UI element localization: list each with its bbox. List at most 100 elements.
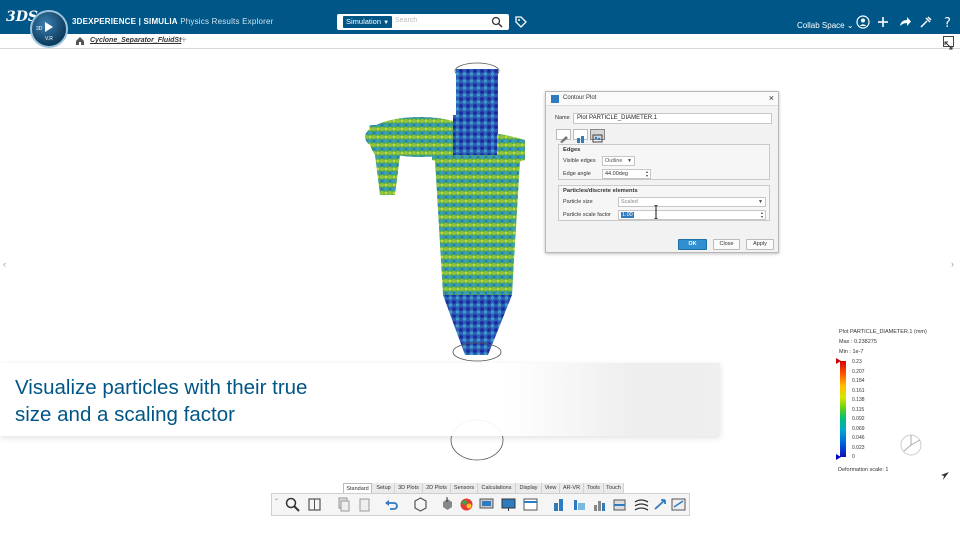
zoom-icon[interactable]: [285, 497, 300, 512]
collab-space-label: Collab Space: [797, 21, 845, 30]
add-tab-icon[interactable]: +: [181, 35, 187, 46]
edge-angle-field[interactable]: 44.00deg ▲ ▼: [602, 169, 651, 179]
undo-icon[interactable]: [384, 497, 399, 512]
legend-title: Plot PARTICLE_DIAMETER.1 (mm): [839, 329, 927, 335]
search-scope-dropdown[interactable]: Simulation ▼: [343, 16, 393, 28]
bar-chart-icon[interactable]: [552, 497, 567, 512]
tab-2d-plots[interactable]: 2D Plots: [423, 483, 451, 493]
legend-tick: 0.023: [852, 444, 865, 451]
right-panel-arrow-icon[interactable]: ›: [951, 259, 954, 269]
visible-edges-select[interactable]: Outline ▼: [602, 156, 635, 166]
particle-trace-icon[interactable]: [671, 497, 686, 512]
caption-line-1: Visualize particles with their true: [15, 376, 308, 399]
book-icon[interactable]: [307, 497, 322, 512]
contour-plot-dialog: Contour Plot × Name Plot PARTICLE_DIAMET…: [545, 91, 779, 253]
apply-button[interactable]: Apply: [746, 239, 774, 250]
ok-button[interactable]: OK: [678, 239, 707, 250]
particles-title: Particles/discrete elements: [563, 188, 638, 194]
legend-min: Min : 1e-7: [839, 349, 864, 355]
home-icon[interactable]: [75, 36, 85, 46]
tab-document[interactable]: Cyclone_Separator_FluidSt: [90, 37, 181, 44]
spinner-arrows-icon[interactable]: ▲ ▼: [759, 211, 765, 219]
tab-tools[interactable]: Tools: [584, 483, 604, 493]
cube-icon[interactable]: [413, 497, 428, 512]
fullscreen-icon[interactable]: [943, 36, 954, 50]
legend-tick: 0.069: [852, 425, 865, 432]
display-monitor-icon[interactable]: [501, 497, 516, 512]
play-icon: [45, 22, 53, 32]
streamline-icon[interactable]: [634, 497, 649, 512]
particle-scale-label: Particle scale factor: [563, 212, 611, 218]
paste-icon[interactable]: [357, 497, 372, 512]
particle-scale-field[interactable]: 1.00 ▲ ▼: [618, 210, 766, 220]
visible-edges-value: Outline: [605, 158, 623, 164]
axis-triad-icon[interactable]: [898, 432, 924, 458]
tab-standard[interactable]: Standard: [343, 483, 372, 493]
view-orient-icon[interactable]: [440, 497, 455, 512]
particles-icon: [592, 134, 603, 143]
table-icon[interactable]: [523, 497, 538, 512]
legend-tick: 0.207: [852, 368, 865, 375]
edit-tab-button[interactable]: [556, 129, 571, 143]
dialog-titlebar: Contour Plot ×: [546, 92, 778, 106]
search-scope-label: Simulation: [346, 17, 382, 26]
name-field[interactable]: Plot PARTICLE_DIAMETER.1: [573, 113, 772, 124]
left-panel-arrow-icon[interactable]: ‹: [3, 259, 6, 269]
tag-icon[interactable]: [514, 15, 528, 29]
section-icon[interactable]: [612, 497, 627, 512]
min-marker-icon: [836, 454, 841, 460]
tab-touch[interactable]: Touch: [604, 483, 624, 493]
help-icon[interactable]: ?: [941, 15, 955, 29]
particle-size-select[interactable]: Scaled ▼: [618, 197, 766, 207]
tab-3d-plots[interactable]: 3D Plots: [395, 483, 423, 493]
name-label: Name: [555, 115, 570, 121]
particle-size-value: Scaled: [621, 199, 638, 205]
tools-icon[interactable]: [919, 15, 933, 29]
app-title-thin: Physics Results Explorer: [180, 17, 274, 26]
collapse-toolbar-icon[interactable]: ⌄: [274, 495, 279, 502]
app-title-strong: 3DEXPERIENCE | SIMULIA: [72, 17, 178, 26]
legend-tick: 0.046: [852, 435, 865, 441]
dialog-title: Contour Plot: [563, 95, 597, 101]
search-bar[interactable]: Simulation ▼ Search: [337, 14, 509, 30]
tab-display[interactable]: Display: [516, 483, 542, 493]
tab-setup[interactable]: Setup: [373, 483, 395, 493]
histogram-icon[interactable]: [592, 497, 607, 512]
search-icon[interactable]: [491, 16, 503, 28]
user-icon[interactable]: [856, 15, 870, 29]
vector-plot-icon[interactable]: [653, 497, 668, 512]
caption-line-2: size and a scaling factor: [15, 403, 235, 426]
legend-max: Max : 0.238275: [839, 339, 877, 345]
tab-ar-vr[interactable]: AR-VR: [560, 483, 584, 493]
compass-button[interactable]: 3D V.R: [30, 10, 68, 48]
document-tab-bar: Cyclone_Separator_FluidSt +: [0, 34, 960, 49]
copy-icon[interactable]: [336, 497, 351, 512]
display-tab-button[interactable]: [573, 129, 588, 143]
close-button[interactable]: Close: [713, 239, 740, 250]
svg-text:?: ?: [944, 16, 951, 29]
add-icon[interactable]: [876, 15, 890, 29]
legend-tick: 0.092: [852, 416, 865, 422]
share-icon[interactable]: [898, 15, 912, 29]
spinner-arrows-icon[interactable]: ▲ ▼: [644, 170, 650, 178]
legend-tick: 0: [852, 454, 855, 460]
screen-capture-icon[interactable]: [479, 497, 494, 512]
close-icon[interactable]: ×: [769, 93, 774, 103]
tab-sensors[interactable]: Sensors: [451, 483, 478, 493]
search-input[interactable]: Search: [395, 17, 417, 24]
chevron-down-icon: ▼: [383, 20, 390, 26]
compass-3d-label: 3D: [36, 26, 43, 32]
caption-text: Visualize particles with their true size…: [15, 374, 307, 428]
text-cursor-icon: [654, 205, 658, 219]
particles-tab-button[interactable]: [590, 129, 605, 143]
particle-size-label: Particle size: [563, 199, 593, 205]
collab-space-menu[interactable]: Collab Space ⌄: [797, 21, 854, 30]
color-ball-icon[interactable]: [459, 497, 474, 512]
particle-scale-value: 1.00: [621, 212, 634, 218]
chevron-down-icon: ⌄: [846, 21, 854, 30]
edge-angle-label: Edge angle: [563, 171, 591, 177]
caption-banner: Visualize particles with their true size…: [0, 363, 720, 436]
contour-icon[interactable]: [572, 497, 587, 512]
tab-calculations[interactable]: Calculations: [478, 483, 516, 493]
tab-view[interactable]: View: [542, 483, 560, 493]
